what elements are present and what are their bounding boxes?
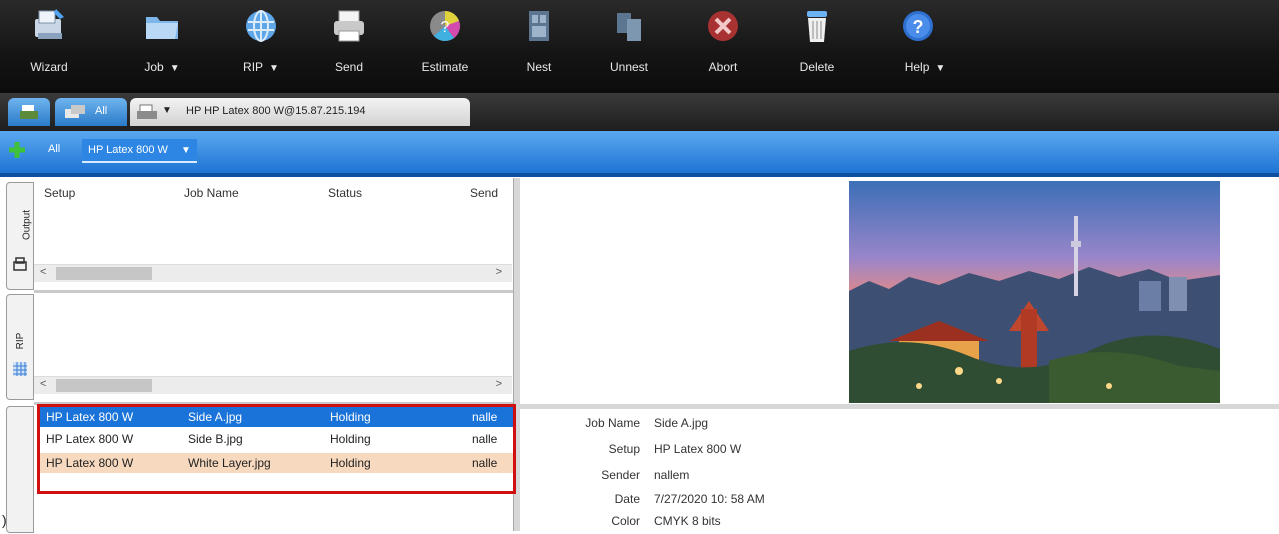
scroll-thumb[interactable] [56,267,152,280]
abort-button[interactable]: Abort [684,0,762,93]
output-queue-pane: Setup Job Name Status Send < > [34,178,512,290]
tab-printer-label: HP HP Latex 800 W@15.87.215.194 [186,105,366,117]
side-tab-rip-label: RIP [14,332,26,350]
job-dropdown-caret-icon[interactable]: ▼ [170,63,180,74]
add-printer-icon[interactable] [8,141,26,159]
detail-value: CMYK 8 bits [654,514,721,528]
svg-text:?: ? [441,19,450,36]
scroll-thumb[interactable] [56,379,152,392]
wizard-button[interactable]: Wizard [10,0,88,93]
nest-button[interactable]: Nest [500,0,578,93]
job-label-text: Job [144,60,164,74]
globe-icon [246,10,276,42]
rip-button[interactable]: RIP ▼ [222,0,300,93]
queue-icon [20,105,38,119]
job-preview-thumbnail [849,181,1220,403]
rip-hscrollbar[interactable]: < > [34,376,512,394]
help-label-text: Help [904,60,930,74]
detail-value: 7/27/2020 10: 58 AM [654,492,765,506]
wizard-icon [35,9,64,39]
column-header-sender[interactable]: Send [470,186,498,200]
detail-row-color: Color CMYK 8 bits [520,514,920,534]
trash-icon [807,11,827,42]
column-header-status[interactable]: Status [328,186,362,200]
folder-icon [146,17,178,39]
printer-icon [137,104,157,119]
nest-icon [529,11,549,41]
detail-value: Side A.jpg [654,416,709,430]
tab-printer-hp-latex[interactable]: ▼ HP HP Latex 800 W@15.87.215.194 [130,98,470,126]
unnest-button[interactable]: Unnest [590,0,668,93]
scroll-right-icon[interactable]: > [496,266,502,278]
send-button[interactable]: Send [310,0,388,93]
detail-key: Setup [608,442,640,456]
scroll-left-icon[interactable]: < [40,266,46,278]
detail-key: Date [614,492,640,506]
rip-grid-icon [13,362,27,376]
rip-label: RIP ▼ [222,60,300,74]
tab-dropdown-caret-icon[interactable]: ▼ [162,105,172,116]
annotation-highlight-box [37,404,516,494]
detail-value: nallem [654,468,690,482]
detail-value: HP Latex 800 W [654,442,742,456]
color-wheel-icon: ? [430,11,460,41]
estimate-label: Estimate [421,60,469,74]
help-icon: ? [903,11,933,41]
job-label: Job ▼ [123,60,201,74]
side-tab-rip[interactable]: RIP [6,294,34,400]
rip-dropdown-caret-icon[interactable]: ▼ [269,63,279,74]
pane-divider[interactable] [34,290,514,293]
tab-all-label: All [95,105,108,117]
side-tab-output[interactable]: Output [6,182,34,290]
unnest-icon [617,13,641,41]
main-toolbar: Wizard Job ▼ RIP ▼ Send ? Estimate Nest … [0,0,1279,93]
detail-row-job-name: Job Name Side A.jpg [520,416,920,436]
scroll-right-icon[interactable]: > [496,378,502,390]
scroll-left-icon[interactable]: < [40,378,46,390]
side-tab-partial-glyph: ) [2,512,7,528]
detail-key: Job Name [585,416,640,430]
help-button[interactable]: ? Help ▼ [880,0,970,93]
printer-select-value: HP Latex 800 W [88,144,168,156]
estimate-button[interactable]: ? Estimate [402,0,488,93]
printer-select-caret-icon: ▼ [180,145,191,156]
tab-queue-icon-button[interactable] [8,98,50,126]
output-hscrollbar[interactable]: < > [34,264,512,282]
detail-row-setup: Setup HP Latex 800 W [520,442,920,462]
abort-label: Abort [708,60,738,74]
preview-cityscape-image [849,181,1220,403]
delete-label: Delete [799,60,835,74]
detail-key: Sender [601,468,640,482]
output-printer-icon [13,257,27,271]
job-button[interactable]: Job ▼ [123,0,201,93]
abort-icon [708,11,738,41]
printer-icon [334,10,364,42]
tab-all[interactable]: All [55,98,127,126]
help-label: Help ▼ [880,60,970,74]
column-header-setup[interactable]: Setup [44,186,75,200]
job-details-panel: Job Name Side A.jpg Setup HP Latex 800 W… [520,412,1220,531]
rip-queue-pane: < > [34,294,512,402]
printer-select[interactable]: HP Latex 800 W ▼ [82,139,197,163]
delete-button[interactable]: Delete [778,0,856,93]
detail-key: Color [611,514,640,528]
unnest-label: Unnest [609,60,649,74]
wizard-label: Wizard [30,60,68,74]
printer-tab-strip: All ▼ HP HP Latex 800 W@15.87.215.194 [0,93,1279,131]
horizontal-splitter[interactable] [519,404,1279,409]
detail-row-date: Date 7/27/2020 10: 58 AM [520,492,920,512]
printers-icon [65,105,85,118]
svg-text:?: ? [913,17,924,37]
printer-filter-bar: All HP Latex 800 W ▼ [0,131,1279,177]
rip-label-text: RIP [243,60,264,74]
column-header-job-name[interactable]: Job Name [184,186,239,200]
side-tab-output-label: Output [21,209,33,241]
side-tab-queue[interactable] [6,406,34,533]
help-dropdown-caret-icon[interactable]: ▼ [935,63,945,74]
send-label: Send [334,60,364,74]
filter-all-link[interactable]: All [48,143,60,155]
nest-label: Nest [526,60,552,74]
detail-row-sender: Sender nallem [520,468,920,488]
